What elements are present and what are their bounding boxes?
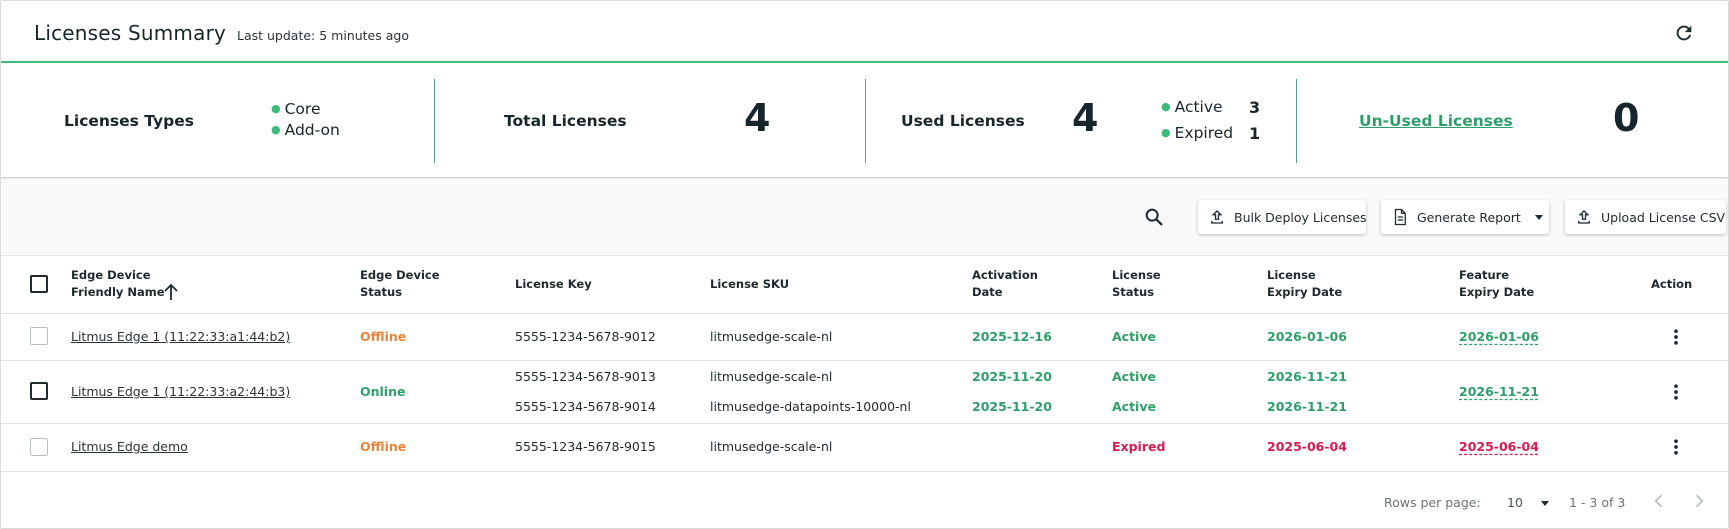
license-expiry-date: 2026-11-21 <box>1267 399 1347 414</box>
more-vert-icon[interactable] <box>1666 437 1686 457</box>
licenses-panel: Licenses Summary Last update: 5 minutes … <box>0 0 1729 529</box>
used-active-count: 3 <box>1249 98 1261 117</box>
last-update-text: Last update: 5 minutes ago <box>237 28 409 43</box>
upload-license-csv-button[interactable]: Upload License CSV <box>1565 200 1726 234</box>
divider <box>865 79 866 163</box>
column-header-license-sku: License SKU <box>710 277 790 291</box>
upload-icon <box>1578 210 1590 224</box>
panel-header: Licenses Summary Last update: 5 minutes … <box>1 1 1728 63</box>
column-header-license-key: License Key <box>515 277 592 291</box>
table-header-row: Edge Device Friendly Name Edge Device St… <box>1 256 1728 314</box>
activation-date: 2025-11-20 <box>972 399 1052 414</box>
licenses-summary: Licenses Types ● Core ● Add-on Total Licen… <box>1 63 1728 178</box>
chevron-left-icon[interactable] <box>1649 491 1669 511</box>
device-name-link[interactable]: Litmus Edge 1 (11:22:33:a1:44:b2) <box>71 329 290 344</box>
bullet-icon: ● <box>1161 100 1171 113</box>
license-status: Expired <box>1112 439 1166 454</box>
device-name-link[interactable]: Litmus Edge 1 (11:22:33:a2:44:b3) <box>71 384 290 399</box>
unused-licenses-link[interactable]: Un-Used Licenses <box>1359 112 1513 130</box>
divider <box>1296 79 1297 163</box>
used-licenses-label: Used Licenses <box>901 112 1025 130</box>
license-status: Active <box>1112 329 1156 344</box>
license-type-item: ● Add-on <box>271 121 340 139</box>
license-expiry-date: 2026-01-06 <box>1267 329 1347 344</box>
license-sku: litmusedge-scale-nl <box>710 439 833 454</box>
activation-date: 2025-11-20 <box>972 369 1052 384</box>
license-expiry-date: 2026-11-21 <box>1267 369 1347 384</box>
sort-arrow-up-icon[interactable] <box>163 283 179 301</box>
upload-icon <box>1211 210 1223 224</box>
column-header-device-name[interactable]: Edge Device Friendly Name <box>71 267 165 301</box>
table-row: Litmus Edge 1 (11:22:33:a2:44:b3) Online… <box>1 361 1728 424</box>
column-header-activation-date: Activation Date <box>972 268 1038 299</box>
pagination-range: 1 - 3 of 3 <box>1569 495 1626 510</box>
license-key: 5555-1234-5678-9012 <box>515 329 656 344</box>
page-title: Licenses Summary <box>34 21 227 45</box>
row-checkbox[interactable] <box>30 382 48 400</box>
more-vert-icon[interactable] <box>1666 327 1686 347</box>
used-active-label: ● Active <box>1161 98 1223 116</box>
rows-per-page-label: Rows per page: <box>1384 495 1481 510</box>
license-key: 5555-1234-5678-9013 <box>515 369 656 384</box>
chevron-right-icon[interactable] <box>1689 491 1709 511</box>
divider <box>434 79 435 163</box>
row-checkbox[interactable] <box>30 438 48 456</box>
search-icon[interactable] <box>1143 206 1165 228</box>
document-icon <box>1394 208 1406 226</box>
device-status: Online <box>360 384 406 399</box>
licenses-table: Edge Device Friendly Name Edge Device St… <box>1 255 1728 476</box>
license-types-label: Licenses Types <box>64 112 194 130</box>
used-expired-count: 1 <box>1249 124 1261 143</box>
column-header-license-expiry: License Expiry Date <box>1267 268 1343 299</box>
license-sku: litmusedge-datapoints-10000-nl <box>710 399 911 414</box>
column-header-license-status: License Status <box>1112 268 1161 299</box>
generate-report-button[interactable]: Generate Report <box>1381 200 1549 234</box>
used-expired-label: ● Expired <box>1161 124 1234 142</box>
bullet-icon: ● <box>271 102 281 115</box>
row-checkbox[interactable] <box>30 327 48 345</box>
table-row: Litmus Edge 1 (11:22:33:a1:44:b2) Offlin… <box>1 314 1728 361</box>
license-status: Active <box>1112 399 1156 414</box>
refresh-icon[interactable] <box>1673 22 1695 44</box>
license-sku: litmusedge-scale-nl <box>710 329 833 344</box>
table-pagination: Rows per page: 10 1 - 3 of 3 <box>1 475 1728 528</box>
rows-per-page-select[interactable]: 10 <box>1507 495 1551 510</box>
total-licenses-label: Total Licenses <box>504 112 627 130</box>
used-licenses-value: 4 <box>1072 96 1099 140</box>
table-toolbar: Bulk Deploy Licenses Generate Report Upl… <box>1 179 1728 255</box>
license-key: 5555-1234-5678-9015 <box>515 439 656 454</box>
license-key: 5555-1234-5678-9014 <box>515 399 656 414</box>
device-status: Offline <box>360 329 407 344</box>
total-licenses-value: 4 <box>744 96 771 140</box>
device-name-link[interactable]: Litmus Edge demo <box>71 439 188 454</box>
caret-down-icon <box>1534 215 1543 220</box>
feature-expiry-date[interactable]: 2025-06-04 <box>1459 439 1539 454</box>
bullet-icon: ● <box>271 123 281 136</box>
bullet-icon: ● <box>1161 126 1171 139</box>
activation-date: 2025-12-16 <box>972 329 1052 344</box>
license-status: Active <box>1112 369 1156 384</box>
unused-licenses-value: 0 <box>1613 96 1640 140</box>
feature-expiry-date[interactable]: 2026-11-21 <box>1459 384 1539 399</box>
table-row: Litmus Edge demo Offline 5555-1234-5678-… <box>1 424 1728 472</box>
license-type-item: ● Core <box>271 100 321 118</box>
bulk-deploy-button[interactable]: Bulk Deploy Licenses <box>1198 200 1367 234</box>
caret-down-icon <box>1540 500 1549 506</box>
more-vert-icon[interactable] <box>1666 382 1686 402</box>
feature-expiry-date[interactable]: 2026-01-06 <box>1459 329 1539 344</box>
license-sku: litmusedge-scale-nl <box>710 369 833 384</box>
device-status: Offline <box>360 439 407 454</box>
column-header-feature-expiry: Feature Expiry Date <box>1459 268 1535 299</box>
column-header-action: Action <box>1651 277 1693 291</box>
license-expiry-date: 2025-06-04 <box>1267 439 1347 454</box>
column-header-device-status: Edge Device Status <box>360 268 440 299</box>
select-all-checkbox[interactable] <box>30 275 48 293</box>
